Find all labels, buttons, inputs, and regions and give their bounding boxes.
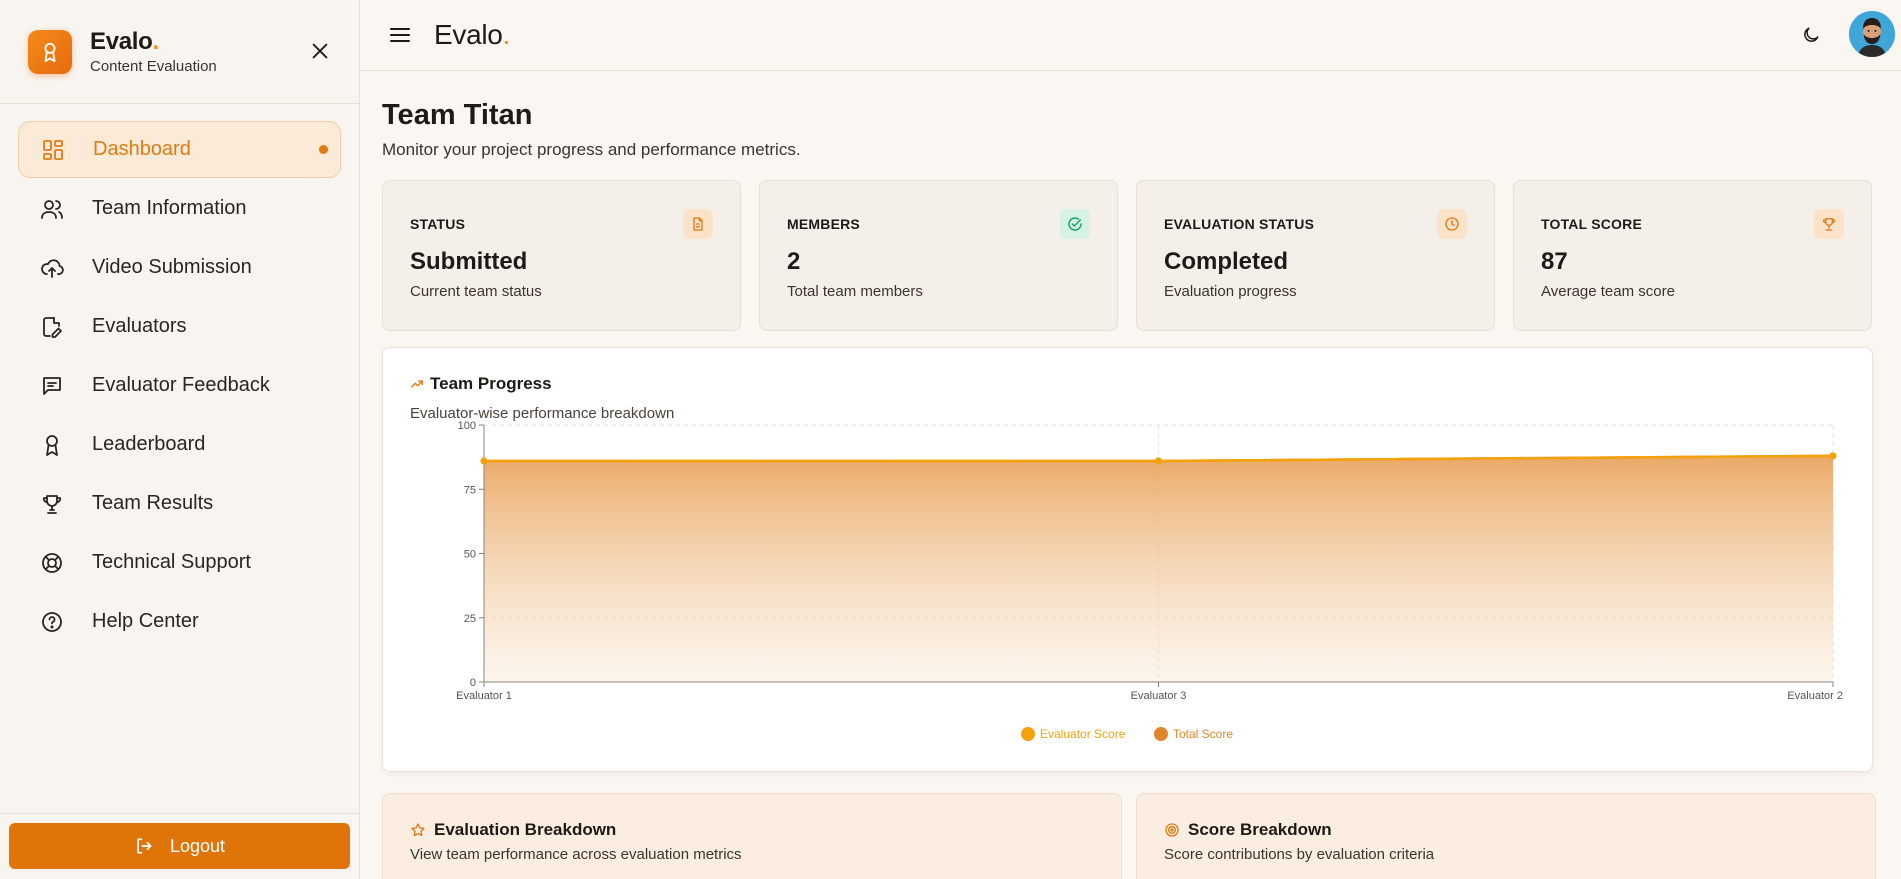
sidebar-item-team-results[interactable]: Team Results [18, 475, 341, 532]
sidebar-item-help-center[interactable]: Help Center [18, 593, 341, 650]
close-sidebar-button[interactable] [305, 36, 335, 66]
y-tick-label: 25 [464, 613, 476, 625]
document-icon [683, 209, 713, 239]
stat-description: Evaluation progress [1164, 283, 1297, 300]
x-tick-label: Evaluator 1 [456, 690, 512, 702]
stat-card-evaluation-status: EVALUATION STATUS Completed Evaluation p… [1136, 180, 1495, 331]
stat-value: Completed [1164, 248, 1289, 275]
chart-title: Team Progress [410, 374, 674, 394]
brand-name: Evalo. [90, 28, 159, 55]
legend-swatch [1021, 727, 1035, 741]
area-fill [484, 455, 1833, 682]
user-avatar[interactable] [1849, 11, 1895, 57]
topbar: Evalo. [360, 0, 1901, 71]
sidebar-item-leaderboard[interactable]: Leaderboard [18, 416, 341, 473]
sidebar-item-label: Video Submission [92, 256, 252, 278]
sidebar-item-technical-support[interactable]: Technical Support [18, 534, 341, 591]
y-tick-label: 75 [464, 484, 476, 496]
data-point [480, 457, 488, 465]
breakdown-row: Evaluation Breakdown View team performan… [382, 793, 1876, 879]
sidebar-item-label: Team Results [92, 492, 214, 514]
theme-toggle-button[interactable] [1798, 22, 1824, 48]
sidebar-item-label: Leaderboard [92, 433, 206, 455]
stat-card-status: STATUS Submitted Current team status [382, 180, 741, 331]
chart-subtitle: Evaluator-wise performance breakdown [410, 405, 675, 422]
sidebar-item-team-information[interactable]: Team Information [18, 180, 341, 237]
team-progress-card: 0 25 50 75 100 Evaluator 1 Evaluator 3 Evaluato… [382, 347, 1873, 772]
card-title: Score Breakdown [1164, 820, 1848, 840]
legend-label: Evaluator Score [1040, 727, 1126, 741]
page-subtitle: Monitor your project progress and perfor… [382, 140, 801, 159]
page-title: Team Titan [382, 99, 533, 131]
sidebar-item-dashboard[interactable]: Dashboard [18, 121, 341, 178]
stat-card-members: MEMBERS 2 Total team members [759, 180, 1118, 331]
evaluation-breakdown-card: Evaluation Breakdown View team performan… [382, 793, 1122, 879]
star-icon [410, 822, 426, 838]
menu-toggle-button[interactable] [388, 22, 414, 48]
score-breakdown-card: Score Breakdown Score contributions by e… [1136, 793, 1876, 879]
sidebar-item-label: Technical Support [92, 551, 251, 573]
check-circle-icon [1060, 209, 1090, 239]
sidebar-item-label: Evaluators [92, 315, 187, 337]
cloud-upload-icon [38, 254, 66, 282]
x-tick-label: Evaluator 3 [1131, 690, 1187, 702]
logout-icon [134, 836, 154, 856]
sidebar-item-evaluator-feedback[interactable]: Evaluator Feedback [18, 357, 341, 414]
brand-logo-award-icon [28, 29, 72, 74]
message-icon [38, 372, 66, 400]
x-tick-label: Evaluator 2 [1787, 690, 1843, 702]
y-tick-label: 0 [470, 677, 476, 689]
logout-area: Logout [0, 813, 360, 879]
card-title: Evaluation Breakdown [410, 820, 1094, 840]
sidebar-item-label: Help Center [92, 610, 199, 632]
sidebar-item-label: Evaluator Feedback [92, 374, 270, 396]
stat-label: EVALUATION STATUS [1164, 216, 1315, 232]
target-icon [1164, 822, 1180, 838]
card-subtitle: View team performance across evaluation … [410, 846, 742, 863]
card-subtitle: Score contributions by evaluation criter… [1164, 846, 1435, 863]
file-edit-icon [38, 313, 66, 341]
data-point [1155, 457, 1162, 465]
trophy-icon [1814, 209, 1844, 239]
trending-up-icon [410, 377, 424, 391]
brand-subtitle: Content Evaluation [90, 58, 217, 75]
stat-card-total-score: TOTAL SCORE 87 Average team score [1513, 180, 1872, 331]
stats-row: STATUS Submitted Current team status MEM… [382, 180, 1876, 331]
stat-label: TOTAL SCORE [1541, 216, 1642, 232]
sidebar-item-label: Team Information [92, 197, 247, 219]
clock-icon [1437, 209, 1467, 239]
stat-label: MEMBERS [787, 216, 860, 232]
moon-icon [1804, 27, 1819, 42]
sidebar-brand: Evalo. Content Evaluation [0, 0, 359, 104]
lifebuoy-icon [38, 549, 66, 577]
sidebar-item-label: Dashboard [93, 138, 191, 160]
legend-swatch [1154, 727, 1168, 741]
y-tick-label: 50 [464, 549, 476, 561]
dashboard-icon [39, 136, 67, 164]
logout-label: Logout [169, 835, 226, 856]
trophy-icon [38, 490, 66, 518]
logout-button[interactable]: Logout [9, 823, 350, 869]
sidebar-item-video-submission[interactable]: Video Submission [18, 239, 341, 296]
stat-description: Current team status [410, 283, 542, 300]
topbar-brand: Evalo. [434, 19, 511, 50]
help-circle-icon [38, 608, 66, 636]
stat-value: Submitted [410, 248, 528, 275]
stat-label: STATUS [410, 216, 466, 232]
stat-description: Total team members [787, 283, 923, 300]
sidebar-nav: Dashboard Team Information Video Submiss… [0, 104, 359, 669]
stat-value: 2 [787, 248, 801, 275]
stat-description: Average team score [1541, 283, 1675, 300]
legend-label: Total Score [1173, 727, 1233, 741]
sidebar: Evalo. Content Evaluation Dashboard Team… [0, 0, 360, 879]
award-icon [38, 431, 66, 459]
active-indicator-dot [319, 145, 328, 154]
stat-value: 87 [1541, 248, 1568, 275]
data-point [1829, 452, 1837, 460]
main-content: Team Titan Monitor your project progress… [382, 71, 1876, 772]
hamburger-icon [390, 28, 410, 42]
users-icon [38, 195, 66, 223]
close-icon [312, 43, 328, 59]
sidebar-item-evaluators[interactable]: Evaluators [18, 298, 341, 355]
